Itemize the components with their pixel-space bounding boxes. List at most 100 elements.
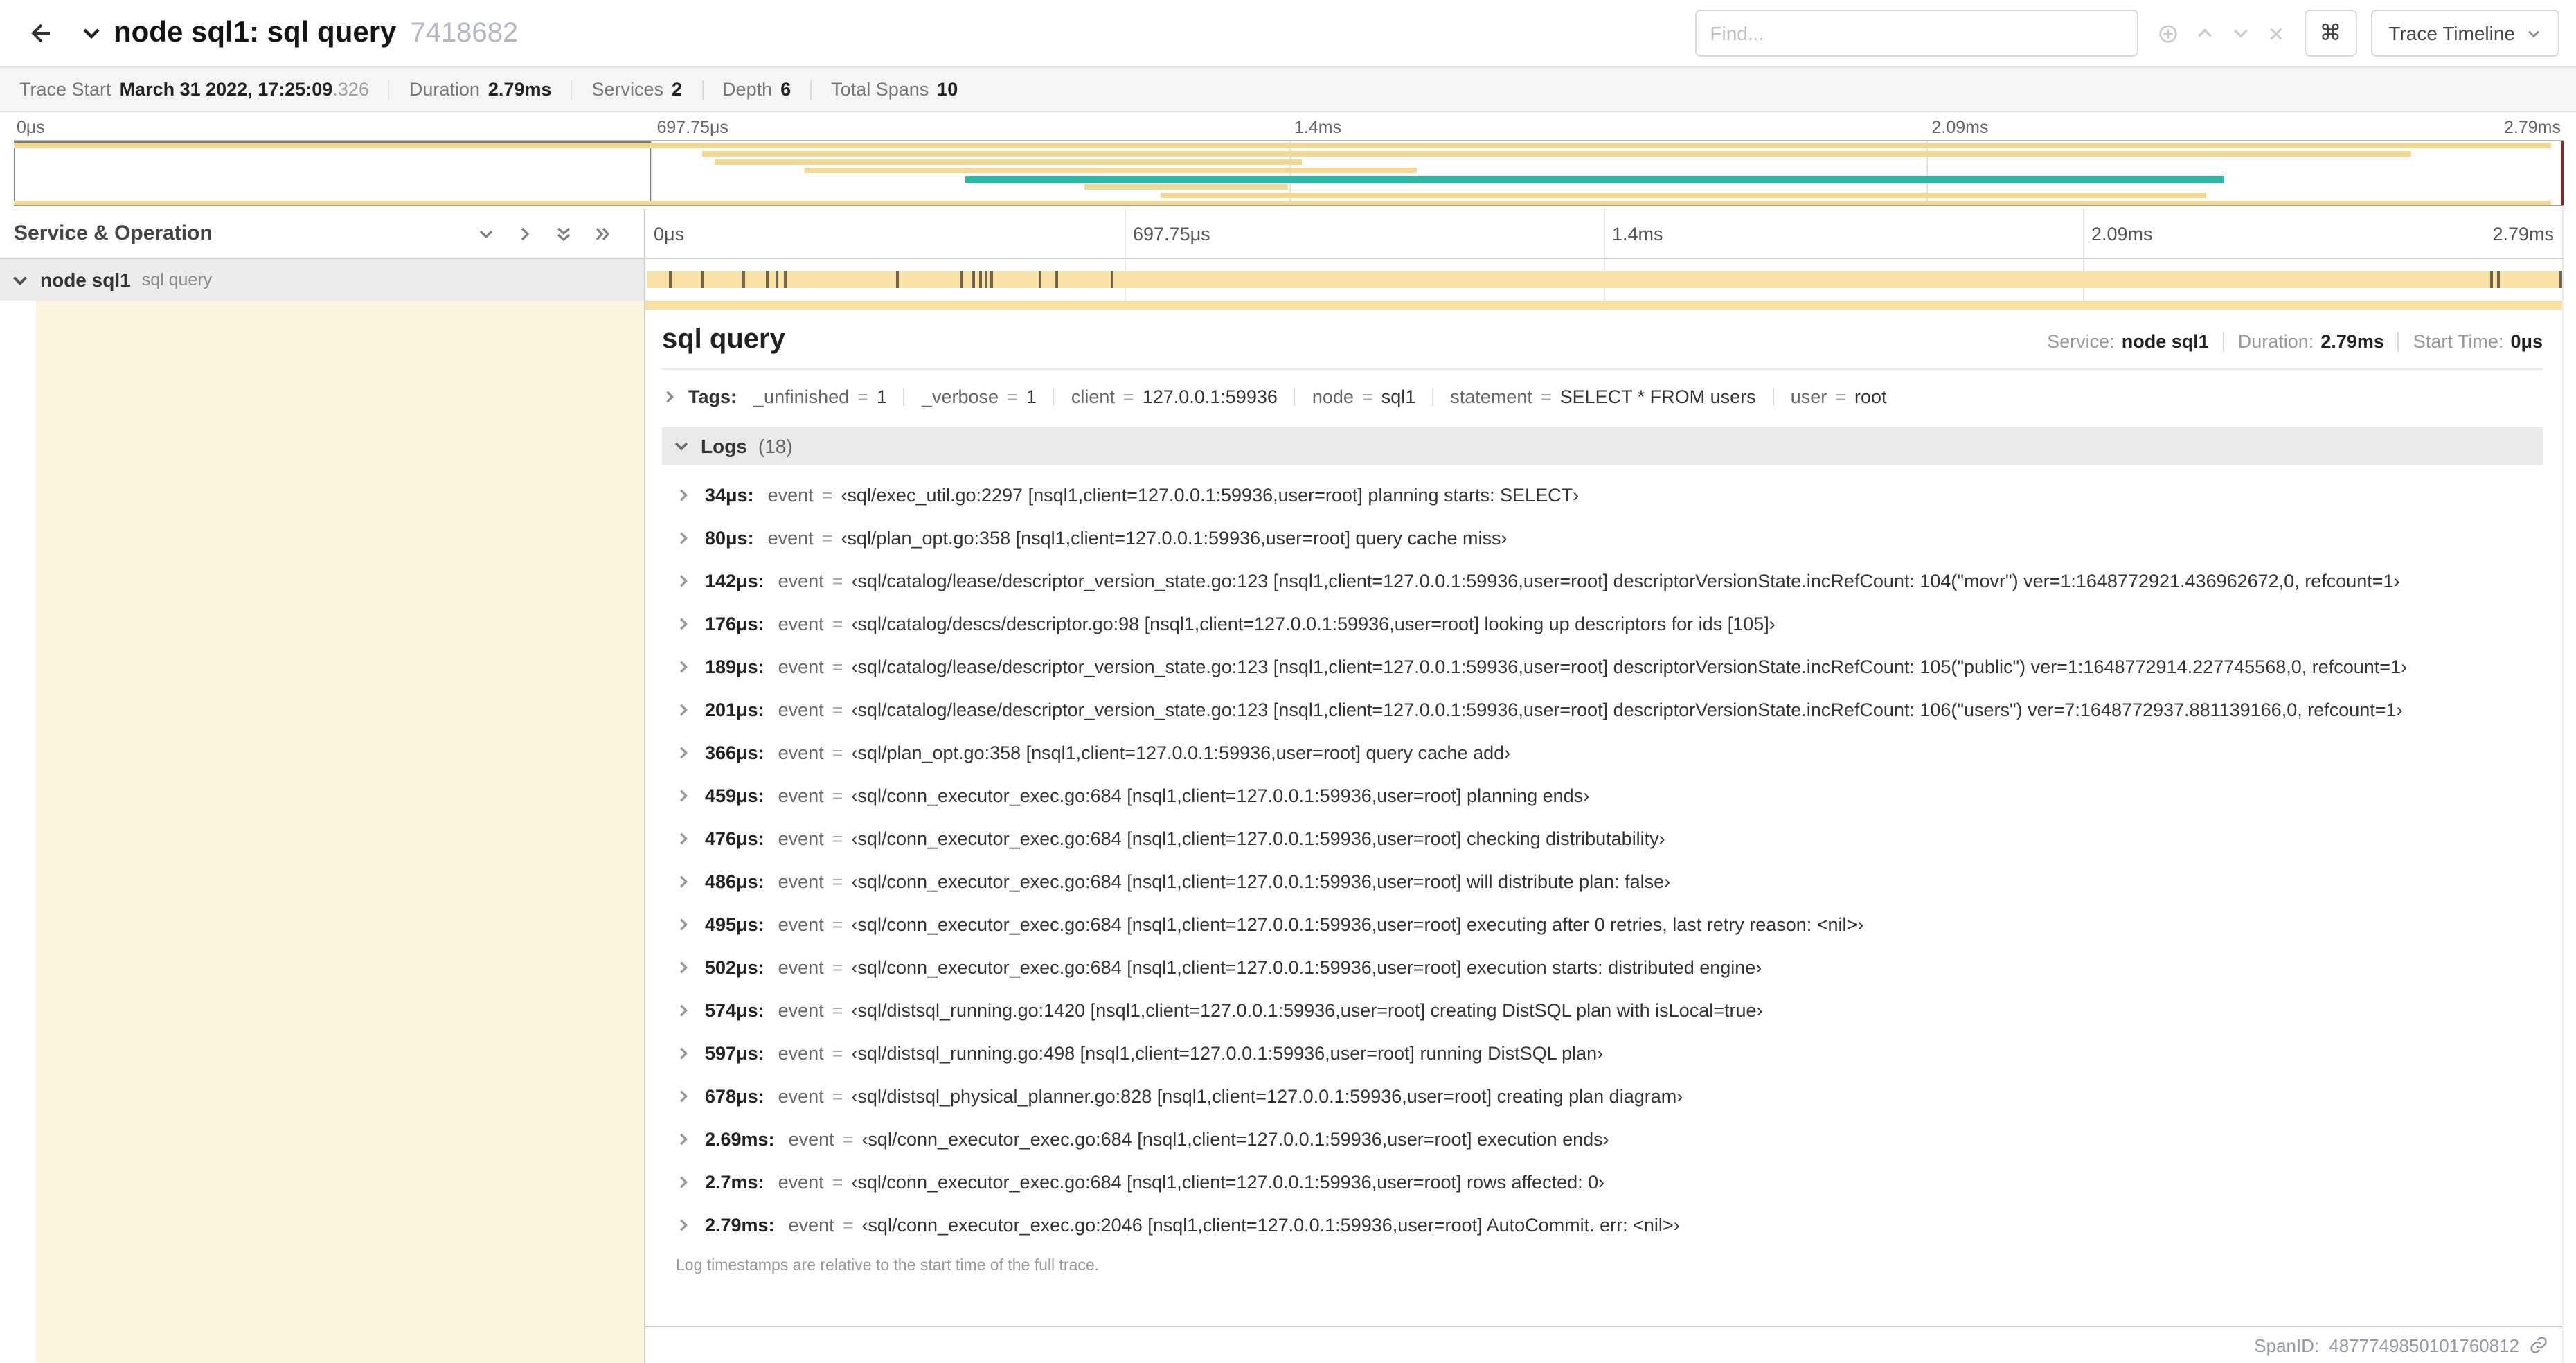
chevron-right-icon [676,488,691,503]
logs-heading: Logs [701,435,747,457]
log-entry[interactable]: 502μs: event = ‹sql/conn_executor_exec.g… [676,946,2543,989]
log-entry[interactable]: 574μs: event = ‹sql/distsql_running.go:1… [676,989,2543,1032]
log-entry[interactable]: 201μs: event = ‹sql/catalog/lease/descri… [676,688,2543,731]
link-icon[interactable] [2529,1335,2548,1355]
chevron-right-icon [676,1218,691,1233]
top-bar-actions: ⌘ Trace Timeline [1694,10,2559,57]
tag-value: sql1 [1381,386,1416,407]
log-field-key: event [778,1000,824,1021]
expand-all-button[interactable] [594,225,611,242]
log-entry[interactable]: 2.7ms: event = ‹sql/conn_executor_exec.g… [676,1161,2543,1204]
find-next-icon[interactable] [2230,24,2250,43]
log-event-tick [775,271,778,288]
minimap-axis: 0μs 697.75μs 1.4ms 2.09ms 2.79ms [14,115,2564,140]
timeline-header: Service & Operation 0μs 697.75μs 1.4ms 2… [0,209,2564,259]
minimap-span-bar [804,168,1417,172]
chevron-down-icon[interactable] [11,271,29,289]
span-detail-panel: sql query Service: node sql1 Duration: 2… [645,310,2562,1327]
jaeger-trace-timeline-page: node sql1: sql query 7418682 ⌘ [0,0,2576,1363]
log-entry[interactable]: 476μs: event = ‹sql/conn_executor_exec.g… [676,817,2543,860]
find-prev-icon[interactable] [2194,24,2214,43]
find-clear-icon[interactable] [2266,24,2284,42]
page-title: node sql1: sql query 7418682 [114,17,518,50]
log-field-value: ‹sql/conn_executor_exec.go:684 [nsql1,cl… [851,785,1590,806]
trace-view-dropdown[interactable]: Trace Timeline [2370,10,2559,57]
service-color-band [36,301,644,1363]
minimap-span-bar [1161,193,2207,197]
log-entry[interactable]: 459μs: event = ‹sql/conn_executor_exec.g… [676,774,2543,817]
log-equals: = [832,1086,843,1107]
log-entry[interactable]: 486μs: event = ‹sql/conn_executor_exec.g… [676,860,2543,903]
find-input[interactable] [1694,10,2138,57]
log-timestamp: 80μs: [705,528,754,549]
minimap-canvas[interactable] [14,140,2564,206]
log-field-value: ‹sql/exec_util.go:2297 [nsql1,client=127… [841,485,1580,506]
log-field-value: ‹sql/conn_executor_exec.go:684 [nsql1,cl… [861,1129,1609,1150]
trace-id: 7418682 [410,18,519,48]
log-entry[interactable]: 142μs: event = ‹sql/catalog/lease/descri… [676,560,2543,603]
trace-start-ms: .326 [332,79,369,100]
minimap-span-bar [14,201,2551,205]
chevron-down-icon [478,225,494,242]
tag-equals: = [1835,386,1847,407]
span-duration-bar[interactable] [647,271,2562,288]
minimap-span-bar [1084,184,1289,189]
log-entry[interactable]: 678μs: event = ‹sql/distsql_physical_pla… [676,1075,2543,1118]
log-field-value: ‹sql/distsql_running.go:1420 [nsql1,clie… [851,1000,1763,1021]
gridline [2083,209,2084,258]
log-entry[interactable]: 2.79ms: event = ‹sql/conn_executor_exec.… [676,1204,2543,1247]
tag-divider [1294,388,1296,406]
divider [701,80,704,99]
tags-section[interactable]: Tags: _unfinished = 1 _verbose = 1 clien… [662,386,2543,407]
duration-label: Duration: [2237,331,2314,352]
expand-one-button[interactable] [517,225,533,242]
axis-tick: 2.09ms [1931,118,1989,137]
service-value: node sql1 [2121,331,2209,352]
back-button[interactable] [17,10,64,57]
span-detail-header: sql query Service: node sql1 Duration: 2… [662,324,2543,356]
log-entry[interactable]: 495μs: event = ‹sql/conn_executor_exec.g… [676,903,2543,946]
trace-header-collapse-button[interactable] [80,22,102,44]
log-entry[interactable]: 80μs: event = ‹sql/plan_opt.go:358 [nsql… [676,517,2543,560]
divider [388,80,390,99]
trace-summary-bar: Trace Start March 31 2022, 17:25:09 .326… [0,66,2576,112]
log-timestamp: 502μs: [705,957,764,978]
log-timestamp: 2.69ms: [705,1129,775,1150]
log-field-key: event [778,914,824,935]
log-timestamp: 678μs: [705,1086,764,1107]
log-field-key: event [778,571,824,591]
log-event-tick [985,271,988,288]
log-event-tick [742,271,746,288]
log-entry[interactable]: 366μs: event = ‹sql/plan_opt.go:358 [nsq… [676,731,2543,774]
logs-section-header[interactable]: Logs (18) [662,427,2543,465]
span-row-label[interactable]: node sql1 sql query [0,259,645,301]
collapse-one-button[interactable] [478,225,494,242]
log-entry[interactable]: 189μs: event = ‹sql/catalog/lease/descri… [676,645,2543,688]
tag-value: 1 [1026,386,1037,407]
service-operation-heading: Service & Operation [14,222,213,245]
minimap-span-bar [14,143,2551,148]
tag-item: user = root [1791,386,1887,407]
log-entry[interactable]: 597μs: event = ‹sql/distsql_running.go:4… [676,1032,2543,1075]
log-entry[interactable]: 2.69ms: event = ‹sql/conn_executor_exec.… [676,1118,2543,1161]
logs-count: (18) [758,435,793,457]
log-entry[interactable]: 176μs: event = ‹sql/catalog/descs/descri… [676,603,2543,645]
log-event-tick [766,271,769,288]
services-value: 2 [672,79,683,100]
collapse-all-button[interactable] [555,225,572,242]
log-timestamp: 201μs: [705,700,764,720]
tag-value: 1 [876,386,887,407]
chevron-right-icon [676,531,691,546]
minimap-end-cursor[interactable] [2561,141,2564,205]
divider [2222,332,2224,351]
keyboard-shortcuts-button[interactable]: ⌘ [2304,10,2357,57]
locate-icon[interactable] [2157,23,2178,44]
minimap-viewport-selector[interactable] [14,141,652,205]
services-label: Services [591,79,664,100]
log-field-key: event [778,700,824,720]
axis-tick: 2.79ms [2504,118,2561,137]
log-field-value: ‹sql/conn_executor_exec.go:684 [nsql1,cl… [851,871,1671,892]
chevron-down-icon [80,22,102,44]
log-entry[interactable]: 34μs: event = ‹sql/exec_util.go:2297 [ns… [676,474,2543,517]
log-field-value: ‹sql/catalog/descs/descriptor.go:98 [nsq… [851,614,1776,634]
